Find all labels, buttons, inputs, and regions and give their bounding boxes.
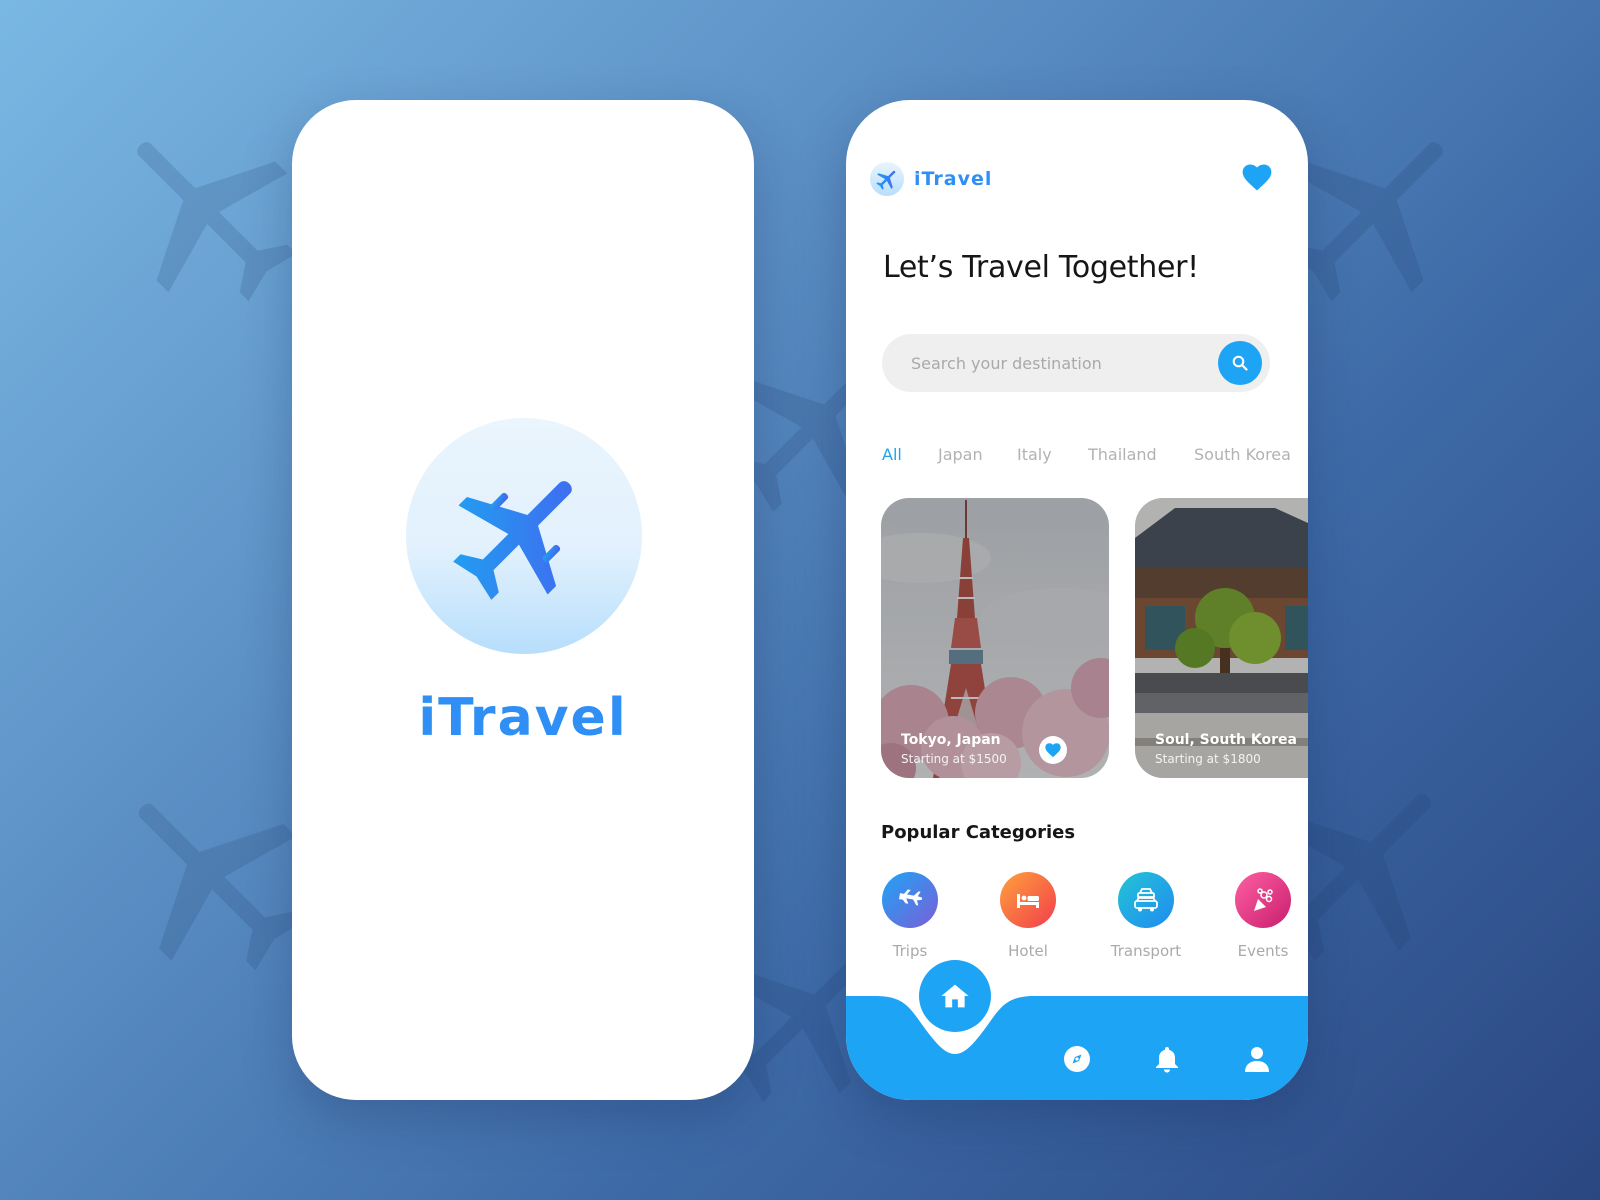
splash-screen: iTravel <box>292 100 754 1100</box>
favorites-heart-icon[interactable] <box>1242 164 1272 192</box>
country-tabs: All Japan Italy Thailand South Korea <box>882 445 1308 469</box>
category-hotel[interactable]: Hotel <box>978 872 1078 960</box>
category-trips[interactable]: Trips <box>860 872 960 960</box>
section-title: Popular Categories <box>881 822 1076 843</box>
category-label: Hotel <box>1008 942 1048 960</box>
search-button[interactable] <box>1218 341 1262 385</box>
search-input[interactable] <box>911 353 1201 373</box>
tab-japan[interactable]: Japan <box>938 445 983 464</box>
compass-icon[interactable] <box>1062 1044 1092 1074</box>
tab-italy[interactable]: Italy <box>1017 445 1052 464</box>
nav-home-button[interactable] <box>919 960 991 1032</box>
home-screen: iTravel Let’s Travel Together! All Japan… <box>846 100 1308 1100</box>
airplane-icon <box>453 481 572 600</box>
category-label: Events <box>1237 942 1289 960</box>
category-events[interactable]: Events <box>1213 872 1308 960</box>
category-label: Trips <box>892 942 928 960</box>
card-title: Soul, South Korea <box>1155 732 1297 748</box>
page-title: Let’s Travel Together! <box>883 250 1199 285</box>
tab-thailand[interactable]: Thailand <box>1088 445 1157 464</box>
user-icon[interactable] <box>1242 1044 1272 1074</box>
tab-south-korea[interactable]: South Korea <box>1194 445 1291 464</box>
bed-icon <box>1000 872 1056 928</box>
card-price: Starting at $1500 <box>901 752 1007 766</box>
splash-logo <box>406 418 642 654</box>
category-label: Transport <box>1110 942 1182 960</box>
splash-app-name: iTravel <box>418 688 628 748</box>
bottom-navigation <box>846 960 1308 1100</box>
background-plane-icon <box>100 110 320 320</box>
category-transport[interactable]: Transport <box>1096 872 1196 960</box>
card-favorite-button[interactable] <box>1039 736 1067 764</box>
bell-icon[interactable] <box>1152 1044 1182 1074</box>
brand-name: iTravel <box>914 168 993 190</box>
airplane-icon <box>882 872 938 928</box>
search-icon <box>1232 355 1248 371</box>
brand: iTravel <box>870 162 992 196</box>
card-price: Starting at $1800 <box>1155 752 1261 766</box>
destination-card-seoul[interactable]: Soul, South Korea Starting at $1800 <box>1135 498 1308 778</box>
home-icon <box>941 984 969 1008</box>
heart-icon <box>1045 742 1061 757</box>
car-icon <box>1118 872 1174 928</box>
tab-all[interactable]: All <box>882 445 902 464</box>
flower-bouquet-icon <box>1235 872 1291 928</box>
airplane-icon <box>876 170 896 190</box>
brand-logo <box>870 162 904 196</box>
search-bar <box>882 334 1270 392</box>
destination-card-tokyo[interactable]: Tokyo, Japan Starting at $1500 <box>881 498 1109 778</box>
card-title: Tokyo, Japan <box>901 732 1001 748</box>
